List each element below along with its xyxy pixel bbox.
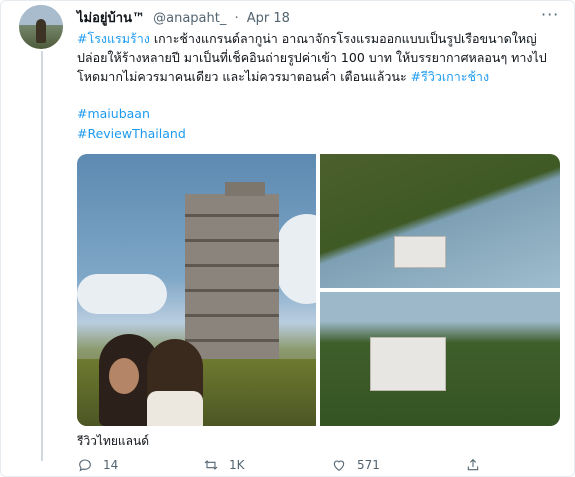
photo-aerial-hotel[interactable] <box>320 292 560 426</box>
cloud <box>77 274 167 314</box>
heart-icon <box>333 460 345 471</box>
action-bar: 14 1K 571 <box>77 457 557 475</box>
tweet-date[interactable]: Apr 18 <box>247 11 290 26</box>
tower-floor <box>185 289 279 292</box>
tower-floor <box>185 239 279 242</box>
display-name[interactable]: ไม่อยู่บ้าน™ <box>77 11 145 26</box>
like-count: 571 <box>357 458 380 472</box>
avatar-person <box>36 19 46 43</box>
like-button[interactable]: 571 <box>331 457 380 473</box>
hashtag-link[interactable]: #ReviewThailand <box>77 126 186 141</box>
cloud <box>277 214 316 304</box>
hashtag-link[interactable]: #โรงแรมร้าง <box>77 31 150 46</box>
retweet-icon <box>204 460 218 470</box>
media-caption[interactable]: รีวิวไทยแลนด์ <box>77 432 149 451</box>
more-horizontal-icon[interactable]: ··· <box>541 5 559 24</box>
person <box>147 339 203 426</box>
hashtag-link[interactable]: #รีวิวเกาะช้าง <box>411 69 489 84</box>
face <box>109 358 139 394</box>
tweet-card[interactable]: ไม่อยู่บ้าน™ @anapaht_ · Apr 18 ··· #โรง… <box>0 0 575 477</box>
retweet-button[interactable]: 1K <box>203 457 245 473</box>
tower-floor <box>185 264 279 267</box>
share-icon <box>467 458 479 471</box>
hotel-building <box>394 236 446 268</box>
tweet-text: #โรงแรมร้าง เกาะช้างแกรนด์ลากูน่า อาณาจั… <box>77 29 557 86</box>
reply-button[interactable]: 14 <box>77 457 118 473</box>
hotel-building <box>370 337 446 391</box>
handle[interactable]: @anapaht_ <box>153 11 226 26</box>
hashtag-link[interactable]: #maiubaan <box>77 106 150 121</box>
tweet-header: ไม่อยู่บ้าน™ @anapaht_ · Apr 18 <box>77 7 290 28</box>
tower-top <box>225 182 265 196</box>
reply-count: 14 <box>103 458 119 472</box>
photo-aerial-coast[interactable] <box>320 154 560 288</box>
shirt <box>147 391 203 426</box>
tower-floor <box>185 314 279 317</box>
reply-icon <box>79 459 91 472</box>
media-grid <box>77 154 560 426</box>
avatar[interactable] <box>19 5 63 49</box>
tower-floor <box>185 339 279 342</box>
photo-tower-with-girls[interactable] <box>77 154 316 426</box>
retweet-count: 1K <box>229 458 245 472</box>
share-button[interactable] <box>465 457 491 473</box>
thread-line <box>41 51 43 461</box>
separator: · <box>234 11 239 26</box>
abandoned-tower <box>185 182 279 366</box>
tower-floor <box>185 214 279 217</box>
